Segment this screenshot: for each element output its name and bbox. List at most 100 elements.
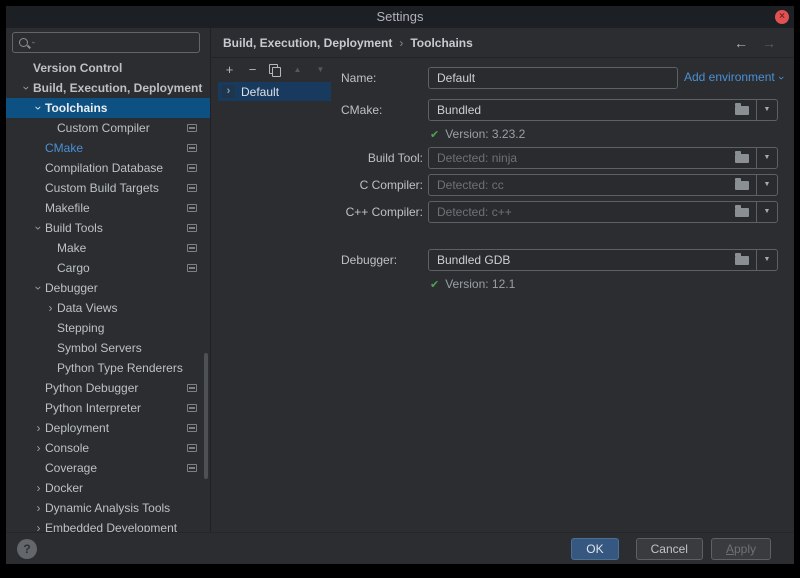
move-up-icon[interactable]: ▲ bbox=[291, 63, 304, 77]
sidebar-item-stepping[interactable]: Stepping bbox=[6, 318, 210, 338]
sidebar-item-label: Makefile bbox=[45, 198, 90, 218]
c-compiler-combobox[interactable]: Detected: cc ▼ bbox=[428, 174, 778, 196]
remove-toolchain-button[interactable]: − bbox=[246, 63, 259, 77]
sidebar-item-label: Python Debugger bbox=[45, 378, 138, 398]
chevron-down-icon[interactable]: › bbox=[29, 222, 49, 235]
settings-main-panel: Build, Execution, Deployment›Toolchains … bbox=[211, 28, 794, 532]
chevron-right-icon[interactable]: › bbox=[32, 498, 45, 518]
chevron-right-icon[interactable]: › bbox=[32, 418, 45, 438]
screen-icon bbox=[187, 144, 197, 152]
search-icon bbox=[19, 38, 28, 47]
move-down-icon[interactable]: ▼ bbox=[314, 63, 327, 77]
sidebar-item-label: Coverage bbox=[45, 458, 97, 478]
add-toolchain-button[interactable]: + bbox=[223, 63, 236, 77]
sidebar-item-version-control[interactable]: Version Control bbox=[6, 58, 210, 78]
chevron-down-icon[interactable]: › bbox=[17, 82, 37, 95]
sidebar-item-python-type-renderers[interactable]: Python Type Renderers bbox=[6, 358, 210, 378]
cpp-compiler-combobox[interactable]: Detected: c++ ▼ bbox=[428, 201, 778, 223]
sidebar-item-custom-compiler[interactable]: Custom Compiler bbox=[6, 118, 210, 138]
build-tool-label: Build Tool: bbox=[341, 147, 423, 169]
chevron-down-icon[interactable]: ▼ bbox=[756, 202, 777, 222]
toolchain-list: › Default bbox=[218, 82, 331, 101]
sidebar-item-toolchains[interactable]: ›Toolchains bbox=[6, 98, 210, 118]
sidebar-item-coverage[interactable]: Coverage bbox=[6, 458, 210, 478]
sidebar-item-python-debugger[interactable]: Python Debugger bbox=[6, 378, 210, 398]
chevron-down-icon: › bbox=[775, 76, 787, 80]
chevron-down-icon[interactable]: ▼ bbox=[756, 250, 777, 270]
footer-buttons: OK Cancel Apply bbox=[571, 538, 771, 560]
chevron-down-icon[interactable]: ▼ bbox=[756, 175, 777, 195]
settings-dialog: Settings × › Version Control›Build, Exec… bbox=[6, 6, 794, 564]
sidebar-item-cmake[interactable]: CMake bbox=[6, 138, 210, 158]
add-environment-link[interactable]: Add environment› bbox=[684, 70, 782, 84]
search-options-chevron-icon[interactable]: › bbox=[30, 41, 37, 43]
sidebar-item-label: Python Type Renderers bbox=[57, 358, 183, 378]
settings-sidebar: › Version Control›Build, Execution, Depl… bbox=[6, 28, 211, 532]
sidebar-item-makefile[interactable]: Makefile bbox=[6, 198, 210, 218]
browse-folder-icon[interactable] bbox=[735, 256, 749, 265]
toolchain-list-toolbar: + − ▲ ▼ bbox=[223, 63, 327, 77]
browse-folder-icon[interactable] bbox=[735, 106, 749, 115]
sidebar-item-label: Build, Execution, Deployment bbox=[33, 78, 202, 98]
browse-folder-icon[interactable] bbox=[735, 154, 749, 163]
sidebar-item-label: Data Views bbox=[57, 298, 117, 318]
toolchain-icon: › bbox=[222, 85, 235, 98]
chevron-right-icon[interactable]: › bbox=[32, 438, 45, 458]
breadcrumb-part-parent[interactable]: Build, Execution, Deployment bbox=[223, 36, 392, 50]
apply-button[interactable]: Apply bbox=[711, 538, 771, 560]
back-arrow-icon[interactable]: ← bbox=[734, 28, 748, 58]
chevron-right-icon[interactable]: › bbox=[32, 478, 45, 498]
sidebar-item-compilation-database[interactable]: Compilation Database bbox=[6, 158, 210, 178]
sidebar-item-label: CMake bbox=[45, 138, 83, 158]
title-bar[interactable]: Settings × bbox=[6, 6, 794, 28]
sidebar-item-deployment[interactable]: ›Deployment bbox=[6, 418, 210, 438]
chevron-down-icon[interactable]: › bbox=[29, 282, 49, 295]
sidebar-item-data-views[interactable]: ›Data Views bbox=[6, 298, 210, 318]
sidebar-item-build-execution-deployment[interactable]: ›Build, Execution, Deployment bbox=[6, 78, 210, 98]
browse-folder-icon[interactable] bbox=[735, 181, 749, 190]
ok-button[interactable]: OK bbox=[571, 538, 618, 560]
screen-icon bbox=[187, 244, 197, 252]
sidebar-item-build-tools[interactable]: ›Build Tools bbox=[6, 218, 210, 238]
sidebar-item-debugger[interactable]: ›Debugger bbox=[6, 278, 210, 298]
screen-icon bbox=[187, 464, 197, 472]
debugger-label: Debugger: bbox=[341, 249, 423, 271]
name-label: Name: bbox=[341, 67, 423, 89]
sidebar-item-python-interpreter[interactable]: Python Interpreter bbox=[6, 398, 210, 418]
cmake-combobox[interactable]: Bundled ▼ bbox=[428, 99, 778, 121]
sidebar-item-symbol-servers[interactable]: Symbol Servers bbox=[6, 338, 210, 358]
cancel-button[interactable]: Cancel bbox=[636, 538, 703, 560]
screen-icon bbox=[187, 164, 197, 172]
debugger-combobox[interactable]: Bundled GDB ▼ bbox=[428, 249, 778, 271]
browse-folder-icon[interactable] bbox=[735, 208, 749, 217]
build-tool-combobox[interactable]: Detected: ninja ▼ bbox=[428, 147, 778, 169]
dialog-title: Settings bbox=[6, 6, 794, 28]
sidebar-item-docker[interactable]: ›Docker bbox=[6, 478, 210, 498]
sidebar-item-dynamic-analysis-tools[interactable]: ›Dynamic Analysis Tools bbox=[6, 498, 210, 518]
sidebar-item-label: Deployment bbox=[45, 418, 109, 438]
toolchain-list-item-default[interactable]: › Default bbox=[218, 82, 331, 101]
forward-arrow-icon[interactable]: → bbox=[762, 28, 776, 58]
screen-icon bbox=[187, 444, 197, 452]
check-icon: ✔ bbox=[430, 129, 439, 141]
chevron-right-icon[interactable]: › bbox=[44, 298, 57, 318]
copy-toolchain-icon[interactable] bbox=[269, 64, 281, 76]
help-icon[interactable]: ? bbox=[17, 539, 37, 559]
close-icon[interactable]: × bbox=[775, 10, 789, 24]
name-field[interactable]: Default bbox=[428, 67, 678, 89]
sidebar-item-custom-build-targets[interactable]: Custom Build Targets bbox=[6, 178, 210, 198]
toolchains-content: + − ▲ ▼ › Default Name: Default bbox=[211, 59, 794, 532]
chevron-down-icon[interactable]: ▼ bbox=[756, 100, 777, 120]
sidebar-item-cargo[interactable]: Cargo bbox=[6, 258, 210, 278]
search-input[interactable]: › bbox=[12, 32, 200, 53]
sidebar-item-label: Debugger bbox=[45, 278, 98, 298]
sidebar-item-console[interactable]: ›Console bbox=[6, 438, 210, 458]
sidebar-item-label: Make bbox=[57, 238, 86, 258]
sidebar-scrollbar[interactable] bbox=[204, 353, 208, 479]
sidebar-item-make[interactable]: Make bbox=[6, 238, 210, 258]
settings-tree: Version Control›Build, Execution, Deploy… bbox=[6, 58, 210, 538]
chevron-down-icon[interactable]: › bbox=[29, 102, 49, 115]
sidebar-item-label: Compilation Database bbox=[45, 158, 163, 178]
sidebar-item-label: Python Interpreter bbox=[45, 398, 141, 418]
chevron-down-icon[interactable]: ▼ bbox=[756, 148, 777, 168]
